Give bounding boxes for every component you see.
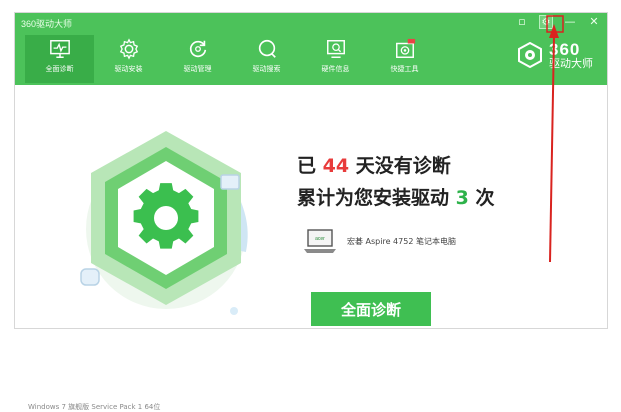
device-name: 宏碁 Aspire 4752 笔记本电脑: [347, 236, 456, 246]
tab-label: 硬件信息: [321, 65, 350, 73]
brand-name: 驱动大师: [549, 57, 593, 70]
window-controls: ▫ ⚙ — ✕: [515, 15, 601, 29]
header-bar: 360驱动大师 ▫ ⚙ — ✕ 全面诊断 驱动安装 驱动管理 驱动搜索 硬件信息…: [15, 13, 607, 85]
brand-text: 360 驱动大师: [549, 41, 593, 69]
tab-label: 驱动安装: [114, 65, 143, 73]
laptop-icon: acer: [304, 229, 336, 253]
tab-driver-search[interactable]: 驱动搜索: [232, 35, 301, 83]
install-count: 3: [455, 187, 469, 209]
os-version-text: Windows 7 旗舰版 Service Pack 1 64位: [28, 403, 161, 411]
brand-logo: 360 驱动大师: [517, 41, 593, 69]
brand-number: 360: [549, 40, 581, 59]
gear-icon: ⚙: [541, 17, 551, 28]
main-toolbar: 全面诊断 驱动安装 驱动管理 驱动搜索 硬件信息 快捷工具: [25, 35, 439, 83]
tab-label: 全面诊断: [45, 65, 74, 73]
svg-text:acer: acer: [315, 236, 325, 242]
full-diagnosis-button[interactable]: 全面诊断: [311, 292, 431, 326]
tab-driver-install[interactable]: 驱动安装: [94, 35, 163, 83]
days-count: 44: [322, 155, 350, 177]
tab-label: 驱动搜索: [252, 65, 281, 73]
diagnosis-gear-illustration: [80, 131, 248, 315]
tab-hardware-info[interactable]: 硬件信息: [301, 35, 370, 83]
brand-shield-icon: [518, 42, 542, 68]
search-icon: [258, 39, 276, 58]
hardware-monitor-icon: [326, 40, 345, 58]
tab-driver-manage[interactable]: 驱动管理: [163, 35, 232, 83]
settings-button[interactable]: ⚙: [539, 15, 553, 29]
tab-quick-tools[interactable]: 快捷工具: [370, 35, 439, 83]
minimize-button[interactable]: —: [563, 15, 577, 29]
days-since-diagnosis: 已 44 天没有诊断: [297, 155, 451, 177]
tab-full-diagnosis[interactable]: 全面诊断: [25, 35, 94, 83]
device-info: acer 宏碁 Aspire 4752 笔记本电脑: [303, 227, 456, 255]
tab-label: 驱动管理: [183, 65, 212, 73]
menu-button[interactable]: ▫: [515, 15, 529, 29]
tab-label: 快捷工具: [390, 65, 419, 73]
window-title: 360驱动大师: [21, 19, 73, 29]
toolbox-icon: [395, 38, 415, 58]
app-window: 360驱动大师 ▫ ⚙ — ✕ 全面诊断 驱动安装 驱动管理 驱动搜索 硬件信息…: [14, 12, 608, 329]
install-count-line: 累计为您安装驱动 3 次: [297, 187, 495, 209]
gear-icon: [119, 38, 138, 60]
close-button[interactable]: ✕: [587, 15, 601, 29]
monitor-pulse-icon: [49, 40, 70, 58]
refresh-icon: [189, 40, 206, 58]
